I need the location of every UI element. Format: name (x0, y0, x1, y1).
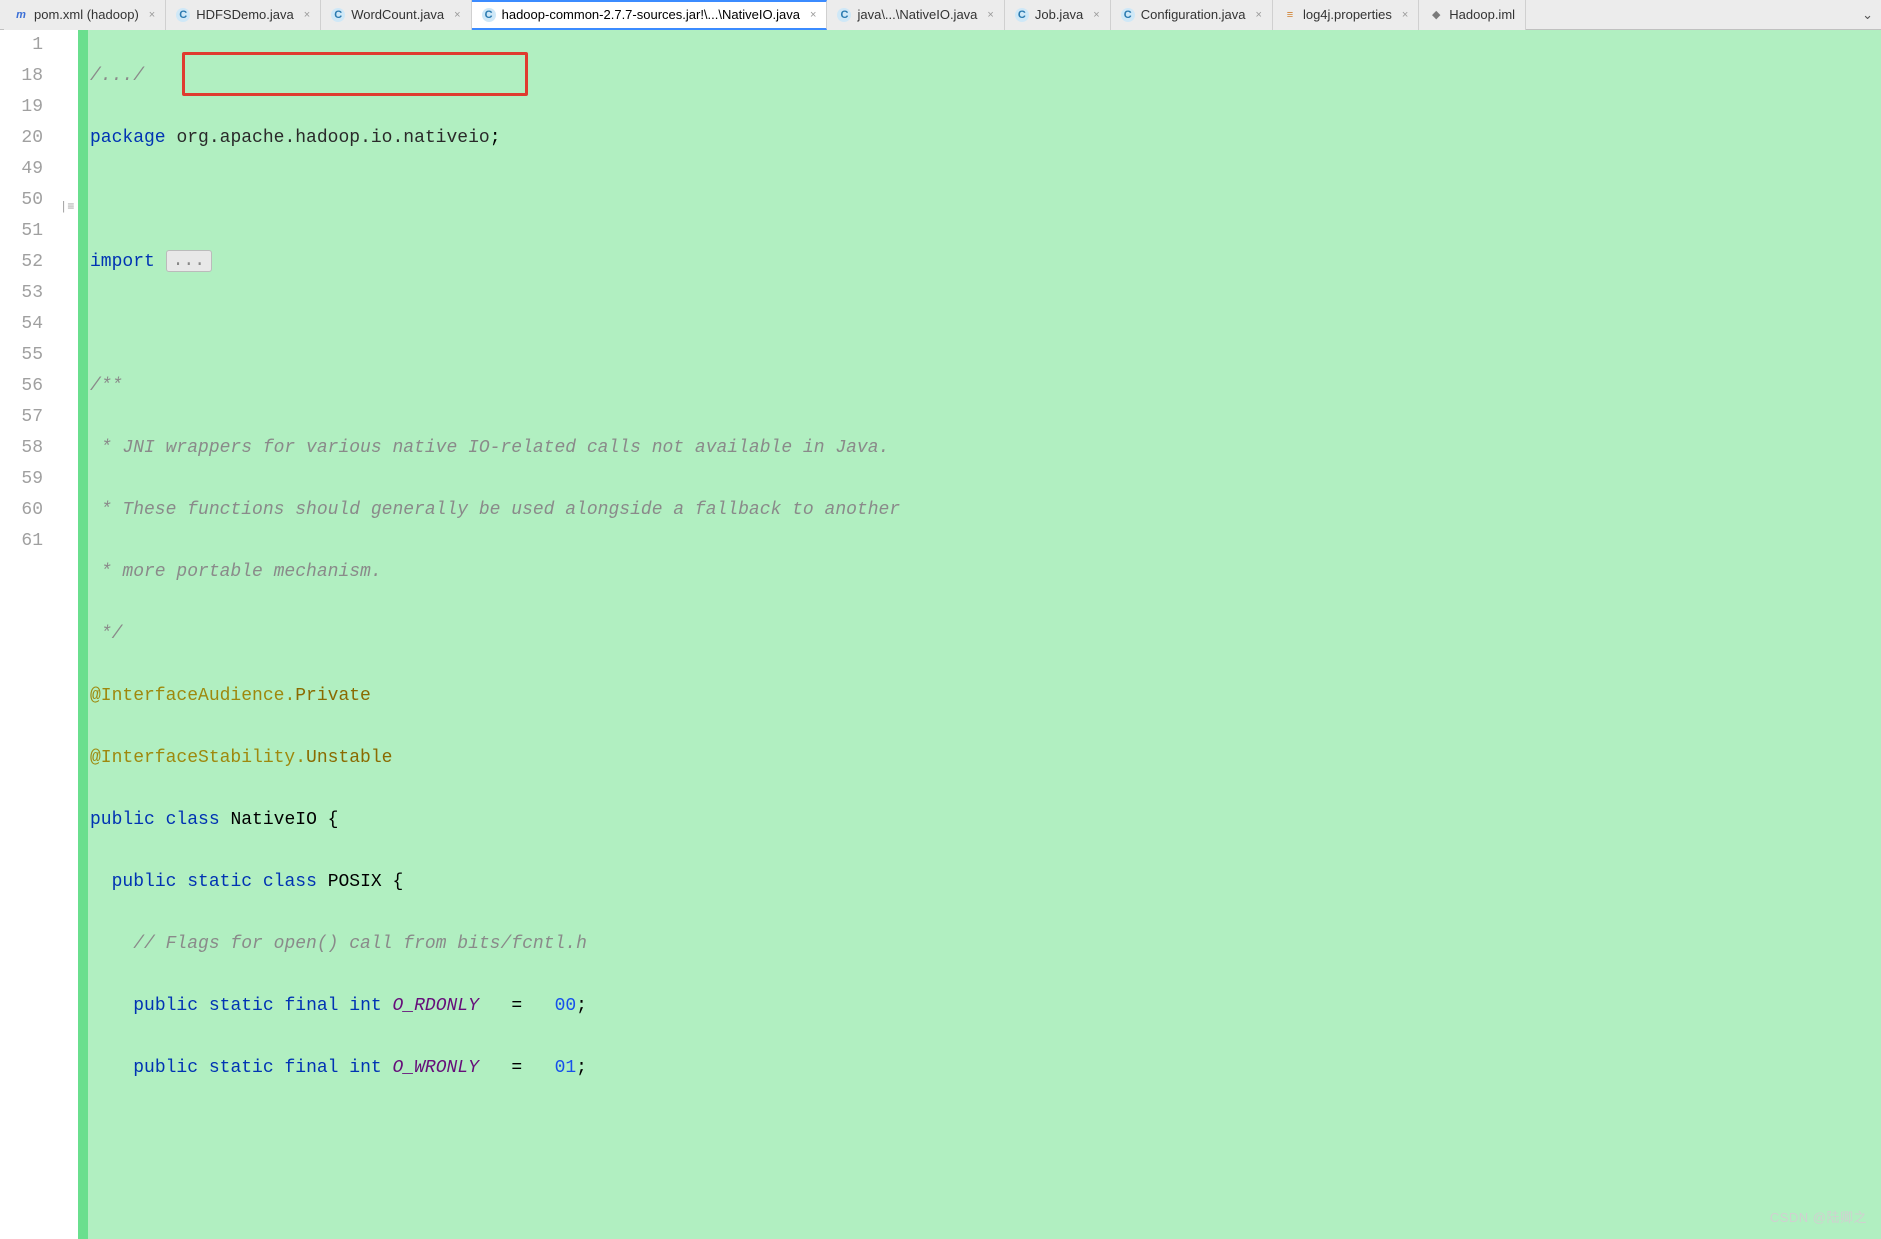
annotation-value: Unstable (306, 748, 392, 768)
close-icon[interactable]: × (1402, 9, 1408, 21)
tab-label: hadoop-common-2.7.7-sources.jar!\...\Nat… (502, 7, 800, 22)
keyword: public (133, 1058, 198, 1078)
java-class-icon: C (331, 8, 345, 22)
code-area[interactable]: /.../ package org.apache.hadoop.io.nativ… (88, 30, 1881, 1239)
semicolon: ; (490, 128, 501, 148)
keyword: final (284, 1058, 338, 1078)
number-literal: 00 (555, 996, 577, 1016)
tab-label: java\...\NativeIO.java (857, 7, 977, 22)
line-number: 53 (0, 278, 43, 309)
close-icon[interactable]: × (810, 9, 816, 21)
line-number: 57 (0, 402, 43, 433)
number-literal: 01 (555, 1058, 577, 1078)
line-number: 55 (0, 340, 43, 371)
tab-hadoop-iml[interactable]: ◆ Hadoop.iml (1419, 0, 1526, 30)
java-class-icon: C (482, 8, 496, 22)
line-number: 51 (0, 216, 43, 247)
javadoc: */ (90, 624, 122, 644)
line-number: 18 (0, 61, 43, 92)
package-name: org.apache.hadoop.io.nativeio (176, 128, 489, 148)
keyword: int (349, 1058, 381, 1078)
keyword: import (90, 252, 155, 272)
tab-job[interactable]: C Job.java × (1005, 0, 1111, 30)
editor-tabs: m pom.xml (hadoop) × C HDFSDemo.java × C… (0, 0, 1881, 30)
keyword: public (133, 996, 198, 1016)
line-number: 19 (0, 92, 43, 123)
class-name: POSIX (328, 872, 382, 892)
tab-label: Configuration.java (1141, 7, 1246, 22)
java-class-icon: C (1015, 8, 1029, 22)
annotation-value: Private (295, 686, 371, 706)
javadoc: * These functions should generally be us… (90, 500, 900, 520)
line-number: 20 (0, 123, 43, 154)
line-number: 54 (0, 309, 43, 340)
java-class-icon: C (1121, 8, 1135, 22)
field-name: O_WRONLY (393, 1058, 479, 1078)
keyword: final (284, 996, 338, 1016)
tab-nativeio-java[interactable]: C java\...\NativeIO.java × (827, 0, 1004, 30)
line-gutter: 1 18 19 20 49 50 51 52 53 54 55 56 57 58… (0, 30, 58, 1239)
keyword: static (187, 872, 252, 892)
javadoc: * more portable mechanism. (90, 562, 382, 582)
tab-label: Job.java (1035, 7, 1083, 22)
tab-label: HDFSDemo.java (196, 7, 294, 22)
keyword: class (166, 810, 220, 830)
keyword: package (90, 128, 166, 148)
keyword: static (209, 1058, 274, 1078)
tab-hdfsdemo[interactable]: C HDFSDemo.java × (166, 0, 321, 30)
close-icon[interactable]: × (1256, 9, 1262, 21)
line-number: 59 (0, 464, 43, 495)
line-number: 58 (0, 433, 43, 464)
line-number: 1 (0, 30, 43, 61)
field-name: O_RDONLY (393, 996, 479, 1016)
keyword: public (90, 810, 155, 830)
tab-label: WordCount.java (351, 7, 444, 22)
tab-pom-xml[interactable]: m pom.xml (hadoop) × (4, 0, 166, 30)
tab-log4j[interactable]: ≡ log4j.properties × (1273, 0, 1419, 30)
close-icon[interactable]: × (987, 9, 993, 21)
properties-icon: ≡ (1283, 8, 1297, 22)
code-editor[interactable]: 1 18 19 20 49 50 51 52 53 54 55 56 57 58… (0, 30, 1881, 1239)
fold-doc-icon[interactable]: |≡ (60, 192, 74, 223)
diff-marker (78, 30, 88, 1239)
annotation: @InterfaceStability (90, 748, 295, 768)
line-number: 56 (0, 371, 43, 402)
fold-placeholder: /.../ (90, 66, 144, 86)
line-number: 60 (0, 495, 43, 526)
watermark-text: CSDN @陆卿之 (1770, 1202, 1867, 1233)
fold-column: |≡ (58, 30, 78, 1239)
tab-wordcount[interactable]: C WordCount.java × (321, 0, 471, 30)
tab-label: log4j.properties (1303, 7, 1392, 22)
javadoc: /** (90, 376, 122, 396)
line-comment: // Flags for open() call from bits/fcntl… (133, 934, 587, 954)
java-class-icon: C (176, 8, 190, 22)
close-icon[interactable]: × (454, 9, 460, 21)
tab-label: Hadoop.iml (1449, 7, 1515, 22)
line-number: 49 (0, 154, 43, 185)
keyword: public (112, 872, 177, 892)
java-class-icon: C (837, 8, 851, 22)
tab-overflow-chevron[interactable]: ⌄ (1854, 7, 1881, 23)
keyword: class (263, 872, 317, 892)
tab-nativeio-sources[interactable]: C hadoop-common-2.7.7-sources.jar!\...\N… (472, 0, 828, 30)
class-name: NativeIO (230, 810, 316, 830)
close-icon[interactable]: × (304, 9, 310, 21)
keyword: static (209, 996, 274, 1016)
line-number: 61 (0, 526, 43, 557)
tab-configuration[interactable]: C Configuration.java × (1111, 0, 1273, 30)
keyword: int (349, 996, 381, 1016)
annotation: @InterfaceAudience (90, 686, 284, 706)
line-number: 50 (0, 185, 43, 216)
close-icon[interactable]: × (1093, 9, 1099, 21)
close-icon[interactable]: × (149, 9, 155, 21)
line-number: 52 (0, 247, 43, 278)
tab-label: pom.xml (hadoop) (34, 7, 139, 22)
javadoc: * JNI wrappers for various native IO-rel… (90, 438, 889, 458)
maven-icon: m (14, 8, 28, 22)
fold-ellipsis[interactable]: ... (166, 250, 212, 272)
module-icon: ◆ (1429, 8, 1443, 22)
